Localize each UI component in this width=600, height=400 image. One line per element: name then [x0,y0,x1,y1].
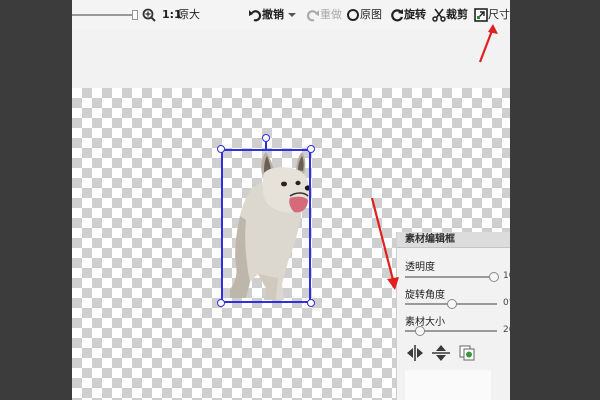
material-size-slider[interactable] [405,326,497,336]
rotate-label[interactable]: 旋转 [404,8,426,22]
resize-handle-bottom-right[interactable] [307,299,315,307]
zoom-slider-handle[interactable] [132,10,138,20]
panel-title: 素材编辑框 [397,232,510,248]
crop-icon[interactable] [432,8,446,22]
resize-label[interactable]: 尺寸 [488,8,510,22]
flip-horizontal-icon[interactable] [405,344,425,362]
rotation-handle[interactable] [262,134,270,142]
material-size-value: 26 [503,325,510,335]
resize-icon[interactable] [474,8,488,22]
redo-label[interactable]: 重做 [320,8,342,22]
zoom-slider[interactable] [72,14,138,16]
flip-vertical-icon[interactable] [431,344,451,362]
material-size-label: 素材大小 [405,317,445,328]
rotation-angle-slider[interactable] [405,299,497,309]
left-dark-margin [0,0,72,400]
chevron-down-icon[interactable] [285,8,299,22]
material-size-slider-knob[interactable] [415,326,425,336]
image-editor: 1:1 原大 撤销 重做 原图 旋转 裁剪 尺寸 素材编辑框 透明度 1 旋转角… [72,0,510,400]
rotation-angle-label: 旋转角度 [405,290,445,301]
crop-label[interactable]: 裁剪 [446,8,468,22]
zoom-in-icon[interactable] [142,8,156,22]
original-size-label[interactable]: 原大 [178,8,200,22]
toolbar: 1:1 原大 撤销 重做 原图 旋转 裁剪 尺寸 [72,0,510,30]
resize-handle-top-left[interactable] [217,145,225,153]
rotation-angle-slider-knob[interactable] [447,299,457,309]
copy-icon[interactable] [457,344,477,362]
original-icon[interactable] [346,8,360,22]
panel-bottom-area [405,370,491,400]
annotation-arrow-top [478,24,498,63]
opacity-label: 透明度 [405,262,435,273]
annotation-arrow-panel [370,197,399,290]
opacity-slider-knob[interactable] [489,272,499,282]
resize-handle-bottom-left[interactable] [217,299,225,307]
undo-label[interactable]: 撤销 [262,8,284,22]
rotate-icon[interactable] [390,8,404,22]
selection-box[interactable] [221,149,311,303]
material-edit-panel: 素材编辑框 透明度 10 旋转角度 0° 素材大小 26 [396,232,510,400]
resize-handle-top-right[interactable] [307,145,315,153]
undo-icon[interactable] [248,8,262,22]
opacity-slider[interactable] [405,272,499,282]
rotation-angle-value: 0° [503,298,510,308]
right-dark-margin [510,0,600,400]
opacity-value: 10 [503,271,510,281]
original-label[interactable]: 原图 [360,8,382,22]
redo-icon[interactable] [306,8,320,22]
